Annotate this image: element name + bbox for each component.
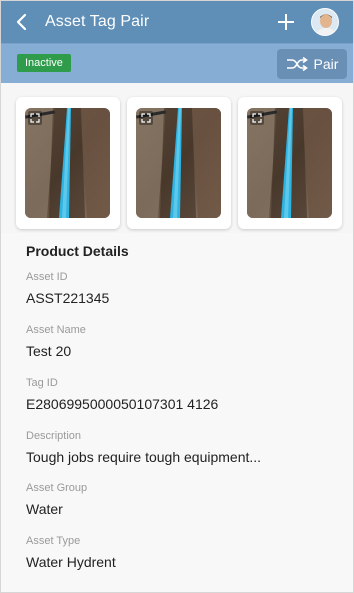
shuffle-icon bbox=[286, 57, 308, 71]
section-title: Product Details bbox=[26, 243, 129, 259]
asset-name-value: Test 20 bbox=[26, 343, 72, 359]
plus-icon bbox=[278, 14, 294, 30]
app-screen: Asset Tag Pair Inactive Pair Product Det… bbox=[0, 0, 354, 593]
tag-id-value: E2806995000050107301 4126 bbox=[26, 396, 219, 412]
asset-type-value: Water Hydrent bbox=[26, 554, 116, 570]
chevron-left-icon bbox=[16, 13, 27, 31]
status-badge: Inactive bbox=[17, 54, 71, 72]
description-label: Description bbox=[26, 430, 82, 442]
expand-icon[interactable] bbox=[28, 111, 42, 125]
image-thumbnail[interactable] bbox=[238, 97, 342, 229]
pair-button[interactable]: Pair bbox=[277, 49, 347, 79]
avatar[interactable] bbox=[311, 8, 339, 36]
tag-id-label: Tag ID bbox=[26, 377, 58, 389]
product-details-section: Product Details Asset ID ASST221345 Asse… bbox=[1, 233, 353, 592]
pair-button-label: Pair bbox=[313, 56, 339, 72]
asset-type-label: Asset Type bbox=[26, 535, 81, 547]
asset-name-label: Asset Name bbox=[26, 324, 86, 336]
asset-group-value: Water bbox=[26, 501, 63, 517]
page-title: Asset Tag Pair bbox=[45, 13, 150, 30]
expand-icon[interactable] bbox=[250, 111, 264, 125]
image-thumbnail[interactable] bbox=[16, 97, 120, 229]
image-thumbnail[interactable] bbox=[127, 97, 231, 229]
status-bar: Inactive Pair bbox=[1, 43, 353, 83]
asset-id-value: ASST221345 bbox=[26, 290, 110, 306]
top-app-bar: Asset Tag Pair bbox=[1, 1, 353, 43]
expand-icon[interactable] bbox=[139, 111, 153, 125]
back-button[interactable] bbox=[15, 1, 41, 43]
image-gallery bbox=[1, 83, 353, 251]
asset-group-label: Asset Group bbox=[26, 482, 88, 494]
user-avatar-icon bbox=[312, 9, 338, 35]
asset-id-label: Asset ID bbox=[26, 271, 68, 283]
add-button[interactable] bbox=[275, 11, 297, 33]
description-value: Tough jobs require tough equipment... bbox=[26, 449, 262, 465]
